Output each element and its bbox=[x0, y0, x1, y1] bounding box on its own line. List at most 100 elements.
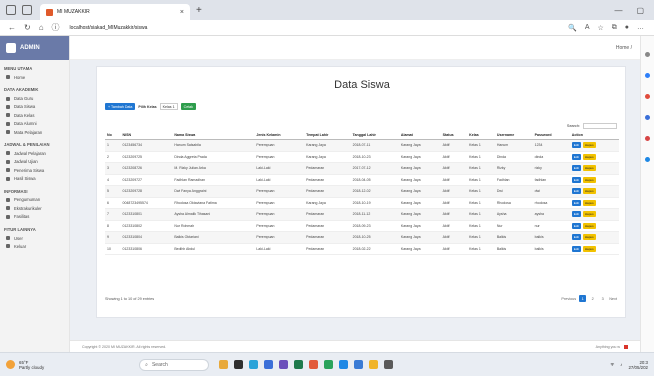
maximize-icon[interactable]: ▢ bbox=[636, 6, 644, 15]
tools-icon[interactable] bbox=[645, 115, 650, 120]
delete-button[interactable]: Hapus bbox=[582, 234, 596, 241]
add-data-button[interactable]: + Tambah Data bbox=[105, 103, 136, 110]
delete-button[interactable]: Hapus bbox=[582, 176, 596, 183]
search-icon[interactable] bbox=[645, 52, 650, 57]
taskbar-search[interactable]: ⌕ Search bbox=[139, 358, 210, 371]
url-field[interactable]: localhost/siakad_MIMuzakkir/siswa bbox=[70, 25, 148, 31]
sidebar-item-ekstrakurikuler[interactable]: Ekstrakurikuler bbox=[0, 204, 69, 212]
delete-button[interactable]: Hapus bbox=[582, 222, 596, 229]
store-icon[interactable] bbox=[264, 360, 274, 369]
excel-icon[interactable] bbox=[294, 360, 304, 369]
bing-icon[interactable] bbox=[645, 73, 650, 78]
edit-button[interactable]: Edit bbox=[571, 199, 581, 206]
tab-actions-icon[interactable] bbox=[22, 5, 32, 15]
sidebar-item-fasilitas[interactable]: Fasilitas bbox=[0, 213, 69, 221]
delete-button[interactable]: Hapus bbox=[582, 142, 596, 149]
sidebar-item-home[interactable]: Home bbox=[0, 73, 69, 81]
edit-button[interactable]: Edit bbox=[571, 222, 581, 229]
sidebar-item-user[interactable]: User bbox=[0, 234, 69, 242]
breadcrumb[interactable]: Home / bbox=[616, 45, 632, 51]
class-select[interactable]: Kelas 1 bbox=[159, 103, 178, 110]
edit-button[interactable]: Edit bbox=[571, 234, 581, 241]
edge-icon[interactable] bbox=[249, 360, 259, 369]
sidebar-item-data-guru[interactable]: Data Guru bbox=[0, 94, 69, 102]
edit-button[interactable]: Edit bbox=[571, 176, 581, 183]
col-tanggal-lahir[interactable]: Tanggal Lahir bbox=[350, 131, 399, 140]
table-cell: 2018-09-23 bbox=[350, 220, 399, 232]
scroll-top-icon[interactable] bbox=[624, 344, 628, 349]
search-input[interactable] bbox=[583, 123, 617, 129]
col-nama[interactable]: Nama Siswa bbox=[172, 131, 255, 140]
next-page-button[interactable]: Next bbox=[609, 297, 617, 301]
volume-icon[interactable]: ♪ bbox=[620, 362, 622, 367]
edit-button[interactable]: Edit bbox=[571, 165, 581, 172]
collections-icon[interactable]: ⧉ bbox=[612, 24, 617, 32]
teams-icon[interactable] bbox=[279, 360, 289, 369]
sidebar-item-hasil-siswa[interactable]: Hasil Siswa bbox=[0, 174, 69, 182]
minimize-icon[interactable]: — bbox=[614, 6, 622, 15]
col-kelas[interactable]: Kelas bbox=[467, 131, 495, 140]
favorites-icon[interactable]: ☆ bbox=[597, 24, 603, 32]
new-tab-icon[interactable]: + bbox=[196, 5, 202, 16]
col-no[interactable]: No bbox=[105, 131, 121, 140]
sidebar-item-label: Pengumuman bbox=[14, 197, 41, 203]
print-button[interactable]: Cetak bbox=[180, 103, 196, 110]
delete-button[interactable]: Hapus bbox=[582, 165, 596, 172]
sidebar-item-pengumuman[interactable]: Pengumuman bbox=[0, 196, 69, 204]
col-tempat-lahir[interactable]: Tempat Lahir bbox=[304, 131, 351, 140]
sidebar-item-mata-pelajaran[interactable]: Mata Pelajaran bbox=[0, 128, 69, 136]
delete-button[interactable]: Hapus bbox=[582, 245, 596, 252]
settings-icon[interactable] bbox=[384, 360, 394, 369]
sidebar-item-jadwal-ujian[interactable]: Jadwal Ujian bbox=[0, 158, 69, 166]
col-alamat[interactable]: Alamat bbox=[398, 131, 441, 140]
previous-page-button[interactable]: Previous bbox=[561, 297, 576, 301]
clock[interactable]: 20:3 27/05/202 bbox=[628, 360, 648, 370]
refresh-icon[interactable]: ↻ bbox=[24, 23, 31, 32]
browser-profile-icon[interactable] bbox=[6, 5, 16, 15]
col-nisn[interactable]: NISN bbox=[120, 131, 173, 140]
page-button[interactable]: 1 bbox=[579, 295, 587, 302]
mail-icon[interactable] bbox=[354, 360, 364, 369]
delete-button[interactable]: Hapus bbox=[582, 153, 596, 160]
delete-button[interactable]: Hapus bbox=[582, 188, 596, 195]
sidebar-item-jadwal-pelajaran[interactable]: Jadwal Pelajaran bbox=[0, 149, 69, 157]
sidebar-item-keluar[interactable]: Keluar bbox=[0, 242, 69, 250]
chrome-icon[interactable] bbox=[309, 360, 319, 369]
sidebar-item-data-kelas[interactable]: Data Kelas bbox=[0, 111, 69, 119]
brand[interactable]: ADMIN bbox=[0, 36, 69, 60]
more-icon[interactable]: … bbox=[637, 24, 644, 32]
profile-avatar[interactable]: ● bbox=[625, 24, 629, 32]
weather-widget[interactable]: 65°F Partly cloudy bbox=[6, 360, 44, 370]
file-explorer-icon[interactable] bbox=[369, 360, 379, 369]
widgets-icon[interactable] bbox=[219, 360, 229, 369]
edit-button[interactable]: Edit bbox=[571, 245, 581, 252]
edit-button[interactable]: Edit bbox=[571, 142, 581, 149]
shopping-icon[interactable] bbox=[645, 94, 650, 99]
edit-button[interactable]: Edit bbox=[571, 153, 581, 160]
col-username[interactable]: Username bbox=[494, 131, 533, 140]
search-icon[interactable]: 🔍 bbox=[568, 24, 577, 32]
delete-button[interactable]: Hapus bbox=[582, 199, 596, 206]
home-icon[interactable]: ⌂ bbox=[39, 23, 44, 32]
page-button[interactable]: 2 bbox=[589, 295, 596, 302]
wifi-icon[interactable]: ᯤ bbox=[610, 362, 614, 368]
sidebar-item-data-alumni[interactable]: Data Alumni bbox=[0, 120, 69, 128]
sidebar-item-penerima-siswa[interactable]: Penerima Siswa bbox=[0, 166, 69, 174]
sidebar-item-data-siswa[interactable]: Data Siswa bbox=[0, 103, 69, 111]
read-aloud-icon[interactable]: A bbox=[585, 24, 590, 32]
task-view-icon[interactable] bbox=[234, 360, 244, 369]
games-icon[interactable] bbox=[645, 136, 650, 141]
close-tab-icon[interactable]: × bbox=[180, 9, 184, 16]
col-password[interactable]: Password bbox=[532, 131, 570, 140]
outlook-icon[interactable] bbox=[645, 157, 650, 162]
page-button[interactable]: 3 bbox=[599, 295, 606, 302]
delete-button[interactable]: Hapus bbox=[582, 211, 596, 218]
browser-tab[interactable]: MI MUZAKKIR × bbox=[40, 4, 190, 20]
edit-button[interactable]: Edit bbox=[571, 188, 581, 195]
vscode-icon[interactable] bbox=[324, 360, 334, 369]
xampp-icon[interactable] bbox=[339, 360, 349, 369]
edit-button[interactable]: Edit bbox=[571, 211, 581, 218]
col-status[interactable]: Status bbox=[440, 131, 468, 140]
col-jenis-kelamin[interactable]: Jenis Kelamin bbox=[254, 131, 305, 140]
back-icon[interactable]: ← bbox=[8, 23, 16, 32]
